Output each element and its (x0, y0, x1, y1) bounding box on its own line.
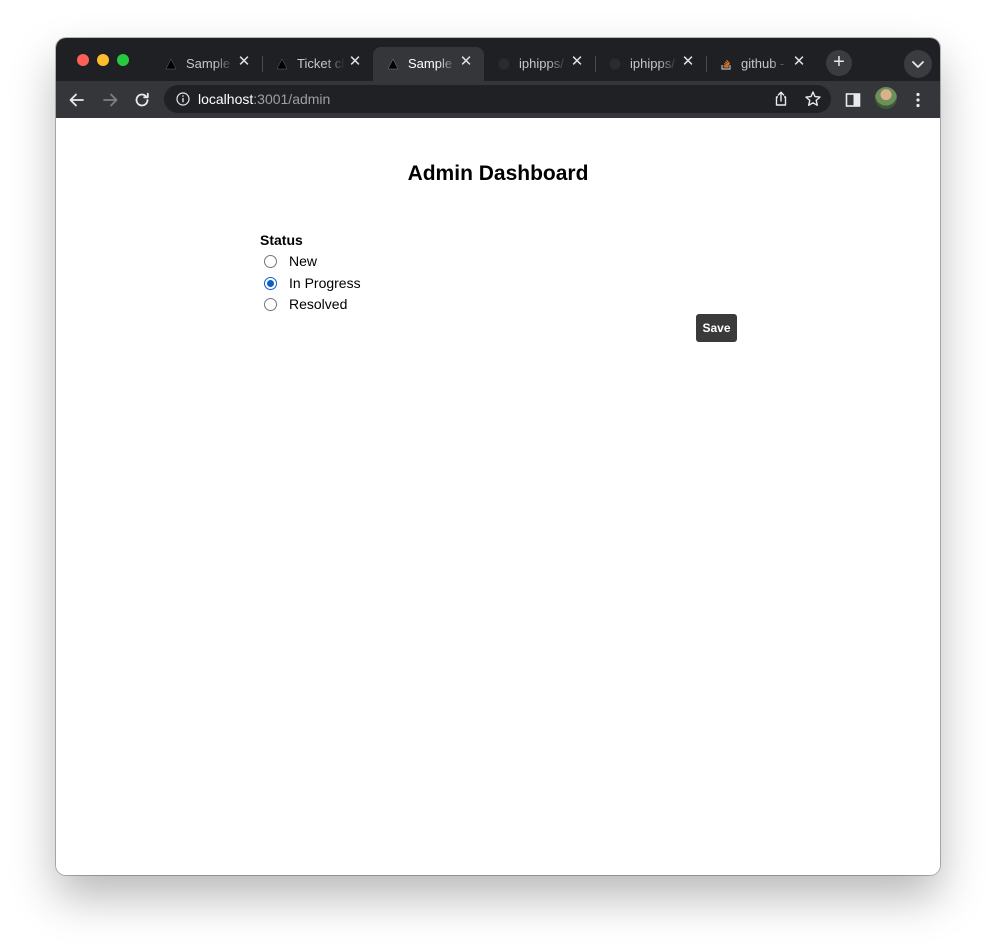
tab-close-icon[interactable]: ✕ (236, 54, 252, 70)
save-button[interactable]: Save (696, 314, 737, 342)
tab-title: iphipps/ (630, 56, 675, 71)
triangle-logo-icon (387, 58, 399, 70)
tab-close-icon[interactable]: ✕ (347, 54, 363, 70)
tab-close-icon[interactable]: ✕ (458, 54, 474, 70)
radio-button[interactable] (264, 298, 277, 311)
triangle-logo-icon (276, 58, 288, 70)
url-path: :3001/admin (253, 91, 331, 107)
tab-close-icon[interactable]: ✕ (569, 54, 585, 70)
window-maximize-button[interactable] (117, 54, 129, 66)
tab-github-2[interactable]: iphipps/ ✕ (595, 47, 706, 81)
tab-strip: Sample ✕ Ticket cl ✕ Sample ✕ iphipps/ ✕… (56, 38, 940, 81)
page-content: Admin Dashboard Status New In Progress R… (56, 118, 940, 875)
info-icon[interactable] (176, 92, 190, 106)
tab-search-button[interactable] (904, 50, 932, 78)
url-text: localhost:3001/admin (198, 91, 330, 107)
reload-icon[interactable] (132, 90, 152, 110)
url-host: localhost (198, 91, 254, 107)
forward-arrow-icon[interactable] (100, 90, 120, 110)
address-bar[interactable]: localhost:3001/admin (164, 85, 831, 113)
window-minimize-button[interactable] (97, 54, 109, 66)
radio-button[interactable] (264, 255, 277, 268)
chevron-down-icon (912, 61, 924, 68)
tab-title: iphipps/ (519, 56, 564, 71)
tab-github-1[interactable]: iphipps/ ✕ (484, 47, 595, 81)
triangle-logo-icon (165, 58, 177, 70)
github-icon (609, 58, 621, 70)
star-icon[interactable] (804, 90, 822, 108)
tab-title: Sample (186, 56, 231, 71)
page-title: Admin Dashboard (407, 162, 589, 185)
back-arrow-icon[interactable] (67, 90, 87, 110)
github-icon (498, 58, 510, 70)
tab-ticket[interactable]: Ticket cl ✕ (262, 47, 373, 81)
tab-sample-1[interactable]: Sample ✕ (151, 47, 262, 81)
tab-title: Ticket cl (297, 56, 345, 71)
tab-sample-active[interactable]: Sample ✕ (373, 47, 484, 81)
tab-title: github - (741, 56, 785, 71)
tab-stackoverflow[interactable]: github - ✕ (706, 47, 817, 81)
tab-close-icon[interactable]: ✕ (680, 54, 696, 70)
side-panel-icon[interactable] (843, 90, 863, 110)
profile-avatar[interactable] (875, 87, 897, 109)
more-menu-icon[interactable] (908, 90, 928, 110)
share-icon[interactable] (772, 90, 790, 108)
tab-close-icon[interactable]: ✕ (791, 54, 807, 70)
status-label: Status (260, 232, 303, 248)
browser-toolbar: localhost:3001/admin (56, 81, 940, 118)
radio-button[interactable] (264, 277, 277, 290)
stackoverflow-icon (721, 59, 731, 70)
radio-label: Resolved (289, 296, 348, 312)
radio-label: In Progress (289, 275, 361, 291)
browser-window: Sample ✕ Ticket cl ✕ Sample ✕ iphipps/ ✕… (56, 38, 940, 875)
tab-title: Sample (408, 56, 453, 71)
radio-label: New (289, 253, 318, 269)
new-tab-button[interactable]: + (826, 50, 852, 76)
window-close-button[interactable] (77, 54, 89, 66)
